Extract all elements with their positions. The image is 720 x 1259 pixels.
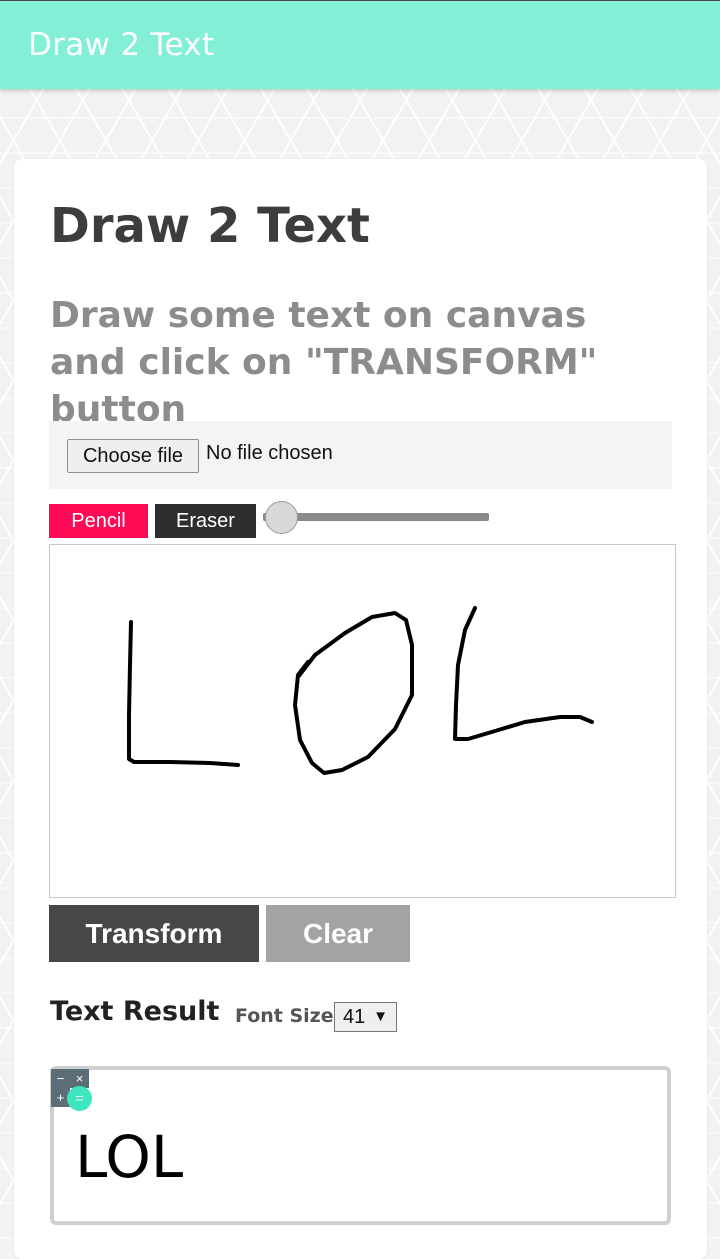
calculator-icon[interactable]: − × + = xyxy=(51,1069,92,1111)
pencil-button[interactable]: Pencil xyxy=(49,504,148,538)
drawing-canvas[interactable] xyxy=(49,544,676,898)
text-result-output[interactable]: LOL xyxy=(50,1066,671,1225)
font-size-value: 41 xyxy=(343,1006,366,1028)
app-header: Draw 2 Text xyxy=(0,0,720,89)
brush-size-slider-thumb[interactable] xyxy=(265,501,298,534)
chevron-down-icon: ▼ xyxy=(373,1008,388,1025)
page-title: Draw 2 Text xyxy=(50,198,370,254)
page-subtitle: Draw some text on canvas and click on "T… xyxy=(50,295,598,430)
transform-button[interactable]: Transform xyxy=(49,905,259,962)
font-size-select[interactable]: 41 ▼ xyxy=(334,1002,397,1032)
calc-minus: − xyxy=(51,1069,70,1088)
header-title: Draw 2 Text xyxy=(28,27,215,63)
calc-equals: = xyxy=(67,1086,92,1111)
stroke-letter-l-1 xyxy=(127,620,240,767)
stroke-letter-l-2 xyxy=(453,606,594,741)
drawn-strokes xyxy=(127,606,594,775)
eraser-button[interactable]: Eraser xyxy=(155,504,256,538)
font-size-label: Font Size xyxy=(235,1005,334,1027)
clear-button[interactable]: Clear xyxy=(266,905,410,962)
file-status-text: No file chosen xyxy=(206,442,333,464)
result-text: LOL xyxy=(75,1123,184,1191)
text-result-heading: Text Result xyxy=(50,996,220,1027)
file-input: Choose file No file chosen xyxy=(49,421,672,489)
stroke-letter-o xyxy=(293,611,414,775)
choose-file-button[interactable]: Choose file xyxy=(67,439,199,473)
